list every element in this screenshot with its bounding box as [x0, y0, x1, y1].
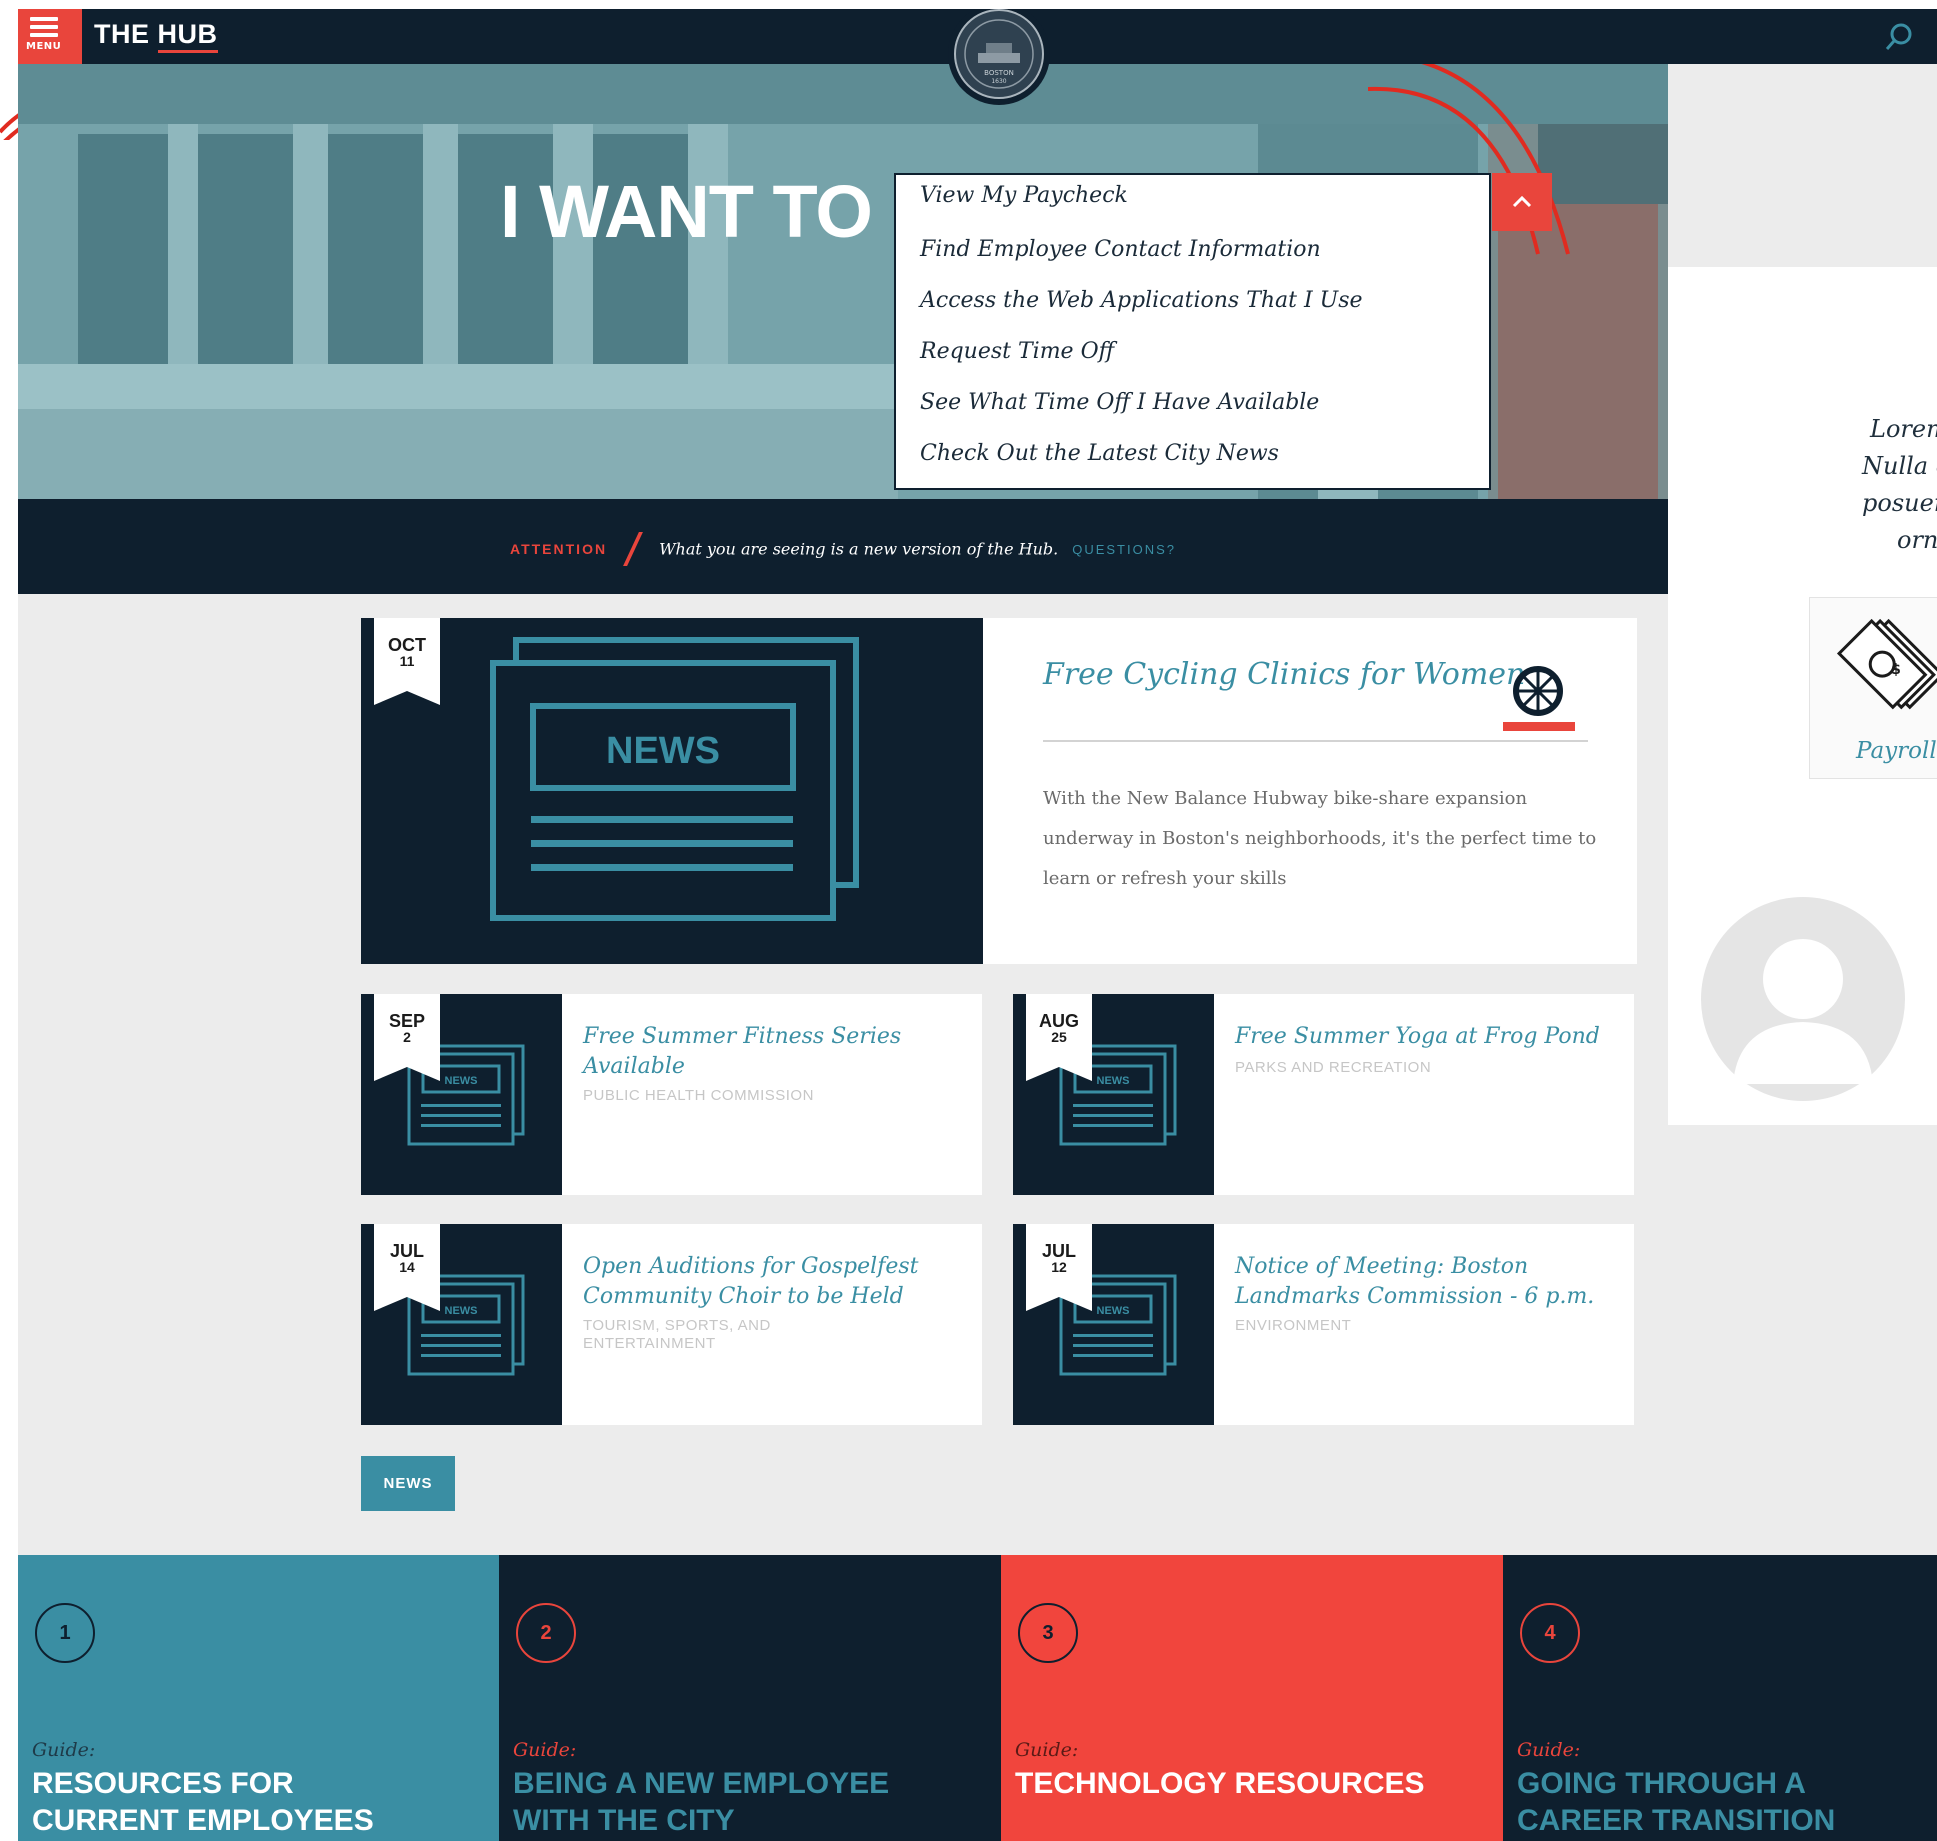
featured-news-text: With the New Balance Hubway bike-share e…: [1043, 788, 1597, 889]
panel-line: posuer: [1862, 489, 1937, 517]
date-day: 14: [399, 1259, 415, 1275]
bicycle-wheel-icon: [1503, 666, 1575, 731]
dropdown-option-contact-info[interactable]: Find Employee Contact Information: [920, 237, 1321, 262]
top-nav-bar: MENU THE HUB BOSTON 1630: [18, 9, 1937, 105]
news-card-category: PUBLIC HEALTH COMMISSION: [583, 1087, 814, 1104]
site-title-the: THE: [94, 19, 158, 49]
guide-number: 3: [1018, 1603, 1078, 1663]
user-avatar-icon: [1701, 897, 1905, 1101]
hamburger-icon-bar: [30, 25, 58, 29]
guide-title-line: BEING A NEW EMPLOYEE: [513, 1767, 890, 1800]
panel-line: Nulla e: [1862, 452, 1937, 480]
guide-number: 1: [35, 1603, 95, 1663]
date-month: JUL: [389, 1241, 424, 1261]
guide-title: TECHNOLOGY RESOURCES: [1015, 1765, 1425, 1802]
featured-news-image[interactable]: NEWS: [361, 618, 983, 964]
guide-tile-career-transition[interactable]: 4 Guide: GOING THROUGH A CAREER TRANSITI…: [1503, 1555, 1937, 1841]
chevron-up-icon: [1512, 195, 1532, 208]
panel-line: orn: [1897, 526, 1937, 554]
panel-line: Lorem: [1870, 415, 1937, 443]
attention-message: ATTENTION What you are seeing is a new ve…: [18, 532, 1668, 566]
guide-tile-current-employees[interactable]: 1 Guide: RESOURCES FOR CURRENT EMPLOYEES: [18, 1555, 499, 1841]
dropdown-option-time-off-available[interactable]: See What Time Off I Have Available: [920, 390, 1319, 415]
news-card-category: TOURISM, SPORTS, AND ENTERTAINMENT: [583, 1317, 771, 1352]
city-seal-logo[interactable]: BOSTON 1630: [948, 9, 1050, 105]
thumbnail-label: NEWS: [1097, 1305, 1130, 1317]
i-want-to-heading: I WANT TO: [500, 170, 873, 253]
date-month: JUL: [1041, 1241, 1076, 1261]
dropdown-option-paycheck[interactable]: View My Paycheck: [920, 183, 1128, 208]
search-button[interactable]: [1878, 19, 1918, 55]
thumbnail-label: NEWS: [445, 1075, 478, 1087]
money-icon: $: [1836, 618, 1937, 710]
guide-title-line: GOING THROUGH A: [1517, 1767, 1806, 1800]
profile-panel: [1668, 839, 1937, 1125]
guide-title: GOING THROUGH A CAREER TRANSITION: [1517, 1765, 1835, 1839]
search-icon: [1885, 23, 1912, 50]
payroll-card-label[interactable]: Payroll: [1856, 738, 1937, 764]
seal-icon: BOSTON 1630: [954, 9, 1044, 99]
attention-label: ATTENTION: [510, 541, 608, 557]
guide-prefix: Guide:: [1015, 1739, 1079, 1761]
date-flag: JUL 12: [1026, 1224, 1092, 1311]
news-card-category: ENVIRONMENT: [1235, 1317, 1352, 1334]
news-illustration: NEWS: [490, 637, 859, 921]
date-month: OCT: [388, 635, 426, 655]
news-card-title[interactable]: Free Summer Fitness Series Available: [583, 1022, 963, 1082]
news-card-title[interactable]: Notice of Meeting: Boston Landmarks Comm…: [1235, 1252, 1625, 1312]
guide-number: 4: [1520, 1603, 1580, 1663]
site-title-hub: HUB: [157, 19, 218, 53]
date-flag: JUL 14: [374, 1224, 440, 1311]
guide-title-line: TECHNOLOGY RESOURCES: [1015, 1767, 1425, 1800]
guide-title-line: CAREER TRANSITION: [1517, 1804, 1836, 1837]
date-day: 11: [399, 653, 415, 669]
guide-tile-new-employee[interactable]: 2 Guide: BEING A NEW EMPLOYEE WITH THE C…: [499, 1555, 1001, 1841]
guide-number: 2: [516, 1603, 576, 1663]
guide-prefix: Guide:: [32, 1739, 96, 1761]
date-flag: OCT 11: [374, 618, 440, 705]
news-image-label: NEWS: [606, 730, 720, 772]
dropdown-option-request-time-off[interactable]: Request Time Off: [920, 339, 1114, 364]
guide-title-line: CURRENT EMPLOYEES: [32, 1804, 374, 1837]
news-card-category: PARKS AND RECREATION: [1235, 1059, 1432, 1076]
guide-title-line: WITH THE CITY: [513, 1804, 735, 1837]
date-day: 12: [1051, 1259, 1067, 1275]
menu-button[interactable]: MENU: [18, 9, 82, 64]
seal-year: 1630: [991, 78, 1006, 85]
featured-divider: [1043, 740, 1588, 742]
guide-prefix: Guide:: [513, 1739, 577, 1761]
news-card-title[interactable]: Free Summer Yoga at Frog Pond: [1235, 1022, 1625, 1052]
right-panel-text: Lorem Nulla e posuer orn: [1678, 411, 1937, 559]
menu-label: MENU: [26, 41, 62, 52]
dropdown-option-web-apps[interactable]: Access the Web Applications That I Use: [920, 288, 1363, 313]
guide-title-line: RESOURCES FOR: [32, 1767, 294, 1800]
featured-news-title[interactable]: Free Cycling Clinics for Women: [1043, 657, 1525, 692]
date-month: SEP: [388, 1011, 426, 1031]
thumbnail-label: NEWS: [1097, 1075, 1130, 1087]
guide-tile-technology[interactable]: 3 Guide: TECHNOLOGY RESOURCES: [1001, 1555, 1503, 1841]
site-title[interactable]: THE HUB: [94, 19, 218, 53]
seal-text: BOSTON: [984, 69, 1014, 77]
guide-title: BEING A NEW EMPLOYEE WITH THE CITY: [513, 1765, 889, 1839]
news-card-title[interactable]: Open Auditions for Gospelfest Community …: [583, 1252, 963, 1312]
date-day: 25: [1051, 1029, 1067, 1045]
guide-title: RESOURCES FOR CURRENT EMPLOYEES: [32, 1765, 374, 1839]
date-flag: SEP 2: [374, 994, 440, 1081]
date-day: 2: [403, 1029, 411, 1045]
thumbnail-label: NEWS: [445, 1305, 478, 1317]
slash-divider: [623, 532, 644, 566]
dropdown-option-city-news[interactable]: Check Out the Latest City News: [920, 441, 1279, 466]
page-frame: I WANT TO View My Paycheck Find Employee…: [18, 9, 1937, 1841]
attention-text: What you are seeing is a new version of …: [659, 539, 1059, 559]
hamburger-icon-bar: [30, 33, 58, 37]
svg-text:$: $: [1891, 662, 1901, 678]
guide-prefix: Guide:: [1517, 1739, 1581, 1761]
hamburger-icon: [30, 17, 58, 21]
date-flag: AUG 25: [1026, 994, 1092, 1081]
i-want-to-dropdown[interactable]: View My Paycheck Find Employee Contact I…: [894, 173, 1491, 490]
dropdown-toggle-button[interactable]: [1492, 173, 1552, 231]
date-month: AUG: [1039, 1011, 1079, 1031]
questions-link[interactable]: QUESTIONS?: [1072, 542, 1176, 557]
news-button[interactable]: NEWS: [361, 1456, 455, 1511]
